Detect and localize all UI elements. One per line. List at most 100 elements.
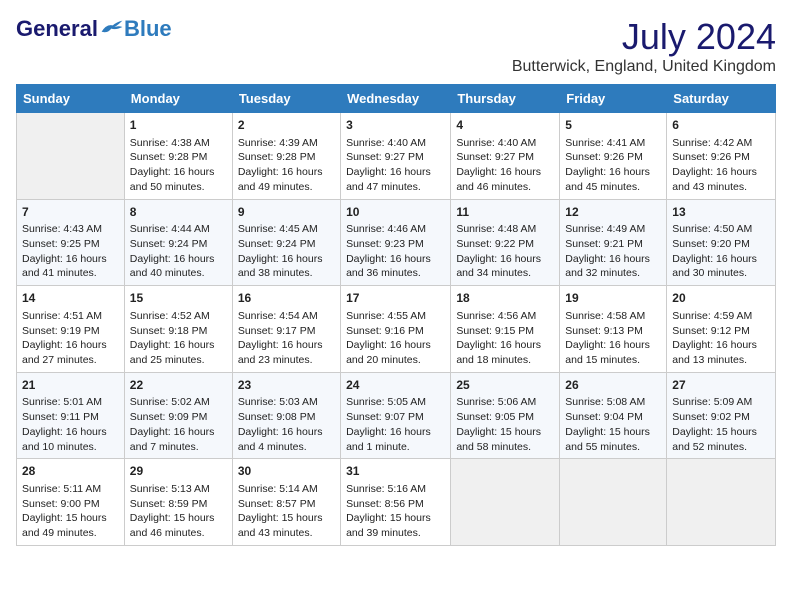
day-number: 6	[672, 117, 770, 134]
sun-info: Sunrise: 4:40 AMSunset: 9:27 PMDaylight:…	[456, 136, 554, 195]
week-row-3: 14 Sunrise: 4:51 AMSunset: 9:19 PMDayligh…	[17, 286, 776, 373]
sun-info: Sunrise: 4:39 AMSunset: 9:28 PMDaylight:…	[238, 136, 335, 195]
logo-bird-icon	[100, 17, 124, 37]
cell-week1-day1	[17, 113, 125, 200]
cell-week4-day1: 21Sunrise: 5:01 AMSunset: 9:11 PMDayligh…	[17, 372, 125, 459]
header-row: Sunday Monday Tuesday Wednesday Thursday…	[17, 85, 776, 113]
sun-info: Sunrise: 4:40 AMSunset: 9:27 PMDaylight:…	[346, 136, 445, 195]
cell-week3-day1: 14 Sunrise: 4:51 AMSunset: 9:19 PMDayligh…	[17, 286, 125, 373]
sun-info: Sunrise: 4:49 AMSunset: 9:21 PMDaylight:…	[565, 222, 661, 281]
day-number: 13	[672, 204, 770, 221]
week-row-4: 21Sunrise: 5:01 AMSunset: 9:11 PMDayligh…	[17, 372, 776, 459]
sun-info: Sunrise: 5:01 AMSunset: 9:11 PMDaylight:…	[22, 395, 119, 454]
day-number: 15	[130, 290, 227, 307]
cell-week1-day3: 2Sunrise: 4:39 AMSunset: 9:28 PMDaylight…	[232, 113, 340, 200]
col-saturday: Saturday	[667, 85, 776, 113]
day-number: 14	[22, 290, 119, 307]
sun-info: Sunrise: 5:03 AMSunset: 9:08 PMDaylight:…	[238, 395, 335, 454]
sun-info: Sunrise: 4:52 AMSunset: 9:18 PMDaylight:…	[130, 309, 227, 368]
sun-info: Sunrise: 4:48 AMSunset: 9:22 PMDaylight:…	[456, 222, 554, 281]
day-number: 29	[130, 463, 227, 480]
day-number: 3	[346, 117, 445, 134]
cell-week3-day2: 15 Sunrise: 4:52 AMSunset: 9:18 PMDayligh…	[124, 286, 232, 373]
cell-week5-day3: 30 Sunrise: 5:14 AMSunset: 8:57 PMDayligh…	[232, 459, 340, 546]
day-number: 22	[130, 377, 227, 394]
cell-week1-day5: 4 Sunrise: 4:40 AMSunset: 9:27 PMDaylight…	[451, 113, 560, 200]
day-number: 12	[565, 204, 661, 221]
cell-week2-day6: 12Sunrise: 4:49 AMSunset: 9:21 PMDayligh…	[560, 199, 667, 286]
month-year: July 2024	[512, 16, 776, 58]
day-number: 24	[346, 377, 445, 394]
cell-week1-day2: 1Sunrise: 4:38 AMSunset: 9:28 PMDaylight…	[124, 113, 232, 200]
cell-week1-day4: 3 Sunrise: 4:40 AMSunset: 9:27 PMDaylight…	[341, 113, 451, 200]
col-monday: Monday	[124, 85, 232, 113]
cell-week5-day2: 29 Sunrise: 5:13 AMSunset: 8:59 PMDayligh…	[124, 459, 232, 546]
day-number: 7	[22, 204, 119, 221]
day-number: 17	[346, 290, 445, 307]
sun-info: Sunrise: 4:59 AMSunset: 9:12 PMDaylight:…	[672, 309, 770, 368]
day-number: 19	[565, 290, 661, 307]
day-number: 4	[456, 117, 554, 134]
sun-info: Sunrise: 4:45 AMSunset: 9:24 PMDaylight:…	[238, 222, 335, 281]
logo: General Blue	[16, 16, 172, 42]
page-header: General Blue July 2024 Butterwick, Engla…	[16, 16, 776, 76]
day-number: 5	[565, 117, 661, 134]
cell-week3-day5: 18 Sunrise: 4:56 AMSunset: 9:15 PMDayligh…	[451, 286, 560, 373]
day-number: 18	[456, 290, 554, 307]
sun-info: Sunrise: 5:16 AMSunset: 8:56 PMDaylight:…	[346, 482, 445, 541]
cell-week4-day6: 26Sunrise: 5:08 AMSunset: 9:04 PMDayligh…	[560, 372, 667, 459]
sun-info: Sunrise: 5:06 AMSunset: 9:05 PMDaylight:…	[456, 395, 554, 454]
sun-info: Sunrise: 5:11 AMSunset: 9:00 PMDaylight:…	[22, 482, 119, 541]
week-row-1: 1Sunrise: 4:38 AMSunset: 9:28 PMDaylight…	[17, 113, 776, 200]
cell-week5-day5	[451, 459, 560, 546]
cell-week4-day5: 25Sunrise: 5:06 AMSunset: 9:05 PMDayligh…	[451, 372, 560, 459]
week-row-2: 7Sunrise: 4:43 AMSunset: 9:25 PMDaylight…	[17, 199, 776, 286]
cell-week4-day7: 27Sunrise: 5:09 AMSunset: 9:02 PMDayligh…	[667, 372, 776, 459]
day-number: 8	[130, 204, 227, 221]
day-number: 20	[672, 290, 770, 307]
sun-info: Sunrise: 5:13 AMSunset: 8:59 PMDaylight:…	[130, 482, 227, 541]
location: Butterwick, England, United Kingdom	[512, 58, 776, 76]
cell-week4-day2: 22Sunrise: 5:02 AMSunset: 9:09 PMDayligh…	[124, 372, 232, 459]
cell-week3-day4: 17 Sunrise: 4:55 AMSunset: 9:16 PMDayligh…	[341, 286, 451, 373]
cell-week5-day6	[560, 459, 667, 546]
col-wednesday: Wednesday	[341, 85, 451, 113]
col-friday: Friday	[560, 85, 667, 113]
cell-week4-day4: 24Sunrise: 5:05 AMSunset: 9:07 PMDayligh…	[341, 372, 451, 459]
col-thursday: Thursday	[451, 85, 560, 113]
cell-week2-day3: 9Sunrise: 4:45 AMSunset: 9:24 PMDaylight…	[232, 199, 340, 286]
cell-week2-day5: 11Sunrise: 4:48 AMSunset: 9:22 PMDayligh…	[451, 199, 560, 286]
sun-info: Sunrise: 4:42 AMSunset: 9:26 PMDaylight:…	[672, 136, 770, 195]
day-number: 10	[346, 204, 445, 221]
sun-info: Sunrise: 4:41 AMSunset: 9:26 PMDaylight:…	[565, 136, 661, 195]
calendar-table: Sunday Monday Tuesday Wednesday Thursday…	[16, 84, 776, 546]
day-number: 16	[238, 290, 335, 307]
day-number: 11	[456, 204, 554, 221]
cell-week3-day3: 16 Sunrise: 4:54 AMSunset: 9:17 PMDayligh…	[232, 286, 340, 373]
sun-info: Sunrise: 4:58 AMSunset: 9:13 PMDaylight:…	[565, 309, 661, 368]
col-sunday: Sunday	[17, 85, 125, 113]
sun-info: Sunrise: 4:51 AMSunset: 9:19 PMDaylight:…	[22, 309, 119, 368]
sun-info: Sunrise: 4:54 AMSunset: 9:17 PMDaylight:…	[238, 309, 335, 368]
week-row-5: 28 Sunrise: 5:11 AMSunset: 9:00 PMDayligh…	[17, 459, 776, 546]
cell-week2-day4: 10Sunrise: 4:46 AMSunset: 9:23 PMDayligh…	[341, 199, 451, 286]
cell-week1-day6: 5 Sunrise: 4:41 AMSunset: 9:26 PMDaylight…	[560, 113, 667, 200]
sun-info: Sunrise: 4:46 AMSunset: 9:23 PMDaylight:…	[346, 222, 445, 281]
cell-week3-day6: 19 Sunrise: 4:58 AMSunset: 9:13 PMDayligh…	[560, 286, 667, 373]
cell-week5-day4: 31Sunrise: 5:16 AMSunset: 8:56 PMDayligh…	[341, 459, 451, 546]
day-number: 26	[565, 377, 661, 394]
sun-info: Sunrise: 4:56 AMSunset: 9:15 PMDaylight:…	[456, 309, 554, 368]
logo-text: General Blue	[16, 16, 172, 42]
cell-week2-day7: 13Sunrise: 4:50 AMSunset: 9:20 PMDayligh…	[667, 199, 776, 286]
cell-week1-day7: 6 Sunrise: 4:42 AMSunset: 9:26 PMDaylight…	[667, 113, 776, 200]
sun-info: Sunrise: 5:05 AMSunset: 9:07 PMDaylight:…	[346, 395, 445, 454]
sun-info: Sunrise: 5:14 AMSunset: 8:57 PMDaylight:…	[238, 482, 335, 541]
day-number: 30	[238, 463, 335, 480]
cell-week4-day3: 23Sunrise: 5:03 AMSunset: 9:08 PMDayligh…	[232, 372, 340, 459]
cell-week5-day1: 28 Sunrise: 5:11 AMSunset: 9:00 PMDayligh…	[17, 459, 125, 546]
sun-info: Sunrise: 4:43 AMSunset: 9:25 PMDaylight:…	[22, 222, 119, 281]
day-number: 28	[22, 463, 119, 480]
day-number: 27	[672, 377, 770, 394]
day-number: 1	[130, 117, 227, 134]
sun-info: Sunrise: 4:55 AMSunset: 9:16 PMDaylight:…	[346, 309, 445, 368]
